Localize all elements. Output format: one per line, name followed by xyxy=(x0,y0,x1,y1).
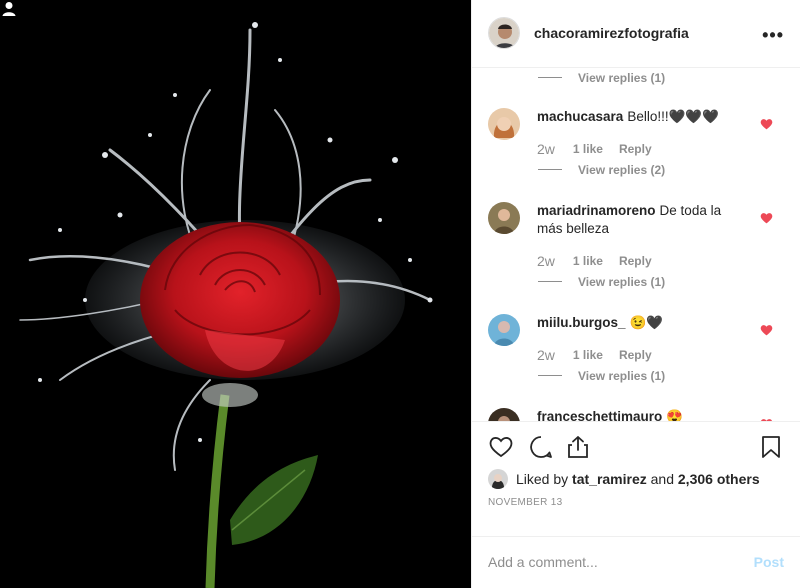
comment-likes[interactable]: 1 like xyxy=(573,254,603,268)
comment-text: 😉🖤 xyxy=(629,314,664,330)
more-horizontal-icon[interactable]: ••• xyxy=(762,25,784,46)
likes-prefix: Liked by xyxy=(516,471,569,488)
likes-others-count[interactable]: 2,306 others xyxy=(678,471,760,487)
reply-button[interactable]: Reply xyxy=(619,348,652,362)
comment-text: Bello!!!🖤🖤🖤 xyxy=(627,108,720,124)
comment-icon[interactable] xyxy=(528,434,554,460)
post-header: chacoramirezfotografia ••• xyxy=(472,0,800,68)
view-replies-link[interactable]: View replies (1) xyxy=(538,369,665,383)
post-sidebar: chacoramirezfotografia ••• View replies … xyxy=(471,0,800,588)
comment-input[interactable] xyxy=(488,554,754,571)
view-replies-link[interactable]: View replies (1) xyxy=(538,275,665,289)
user-tag-icon[interactable] xyxy=(0,0,18,18)
likes-summary: Liked by tat_ramirez and 2,306 others xyxy=(488,469,760,490)
comment-likes[interactable]: 1 like xyxy=(573,142,603,156)
commenter-avatar[interactable] xyxy=(488,407,520,422)
heart-icon[interactable] xyxy=(760,212,773,224)
comment-meta: 2w 1 like Reply xyxy=(537,141,668,157)
comment-time: 2w xyxy=(537,252,555,269)
liker-avatar[interactable] xyxy=(488,469,508,490)
comment-likes[interactable]: 1 like xyxy=(573,348,603,362)
reply-button[interactable]: Reply xyxy=(619,254,652,268)
comment-username[interactable]: franceschettimauro xyxy=(537,409,662,422)
post-date[interactable]: NOVEMBER 13 xyxy=(472,485,800,536)
post-image[interactable] xyxy=(0,0,471,588)
comment-meta: 2w 1 like Reply xyxy=(537,253,668,269)
comment-time: 2w xyxy=(537,140,555,157)
rose-splash-image xyxy=(0,0,471,588)
comment-time: 2w xyxy=(537,346,555,363)
heart-icon[interactable] xyxy=(488,434,514,460)
comment-meta: 2w 1 like Reply xyxy=(537,347,668,363)
comment-username[interactable]: miilu.burgos_ xyxy=(537,315,626,330)
comment-username[interactable]: mariadrinamoreno xyxy=(537,203,656,218)
likes-and: and xyxy=(650,471,674,488)
view-replies-link[interactable]: View replies (2) xyxy=(538,163,665,177)
liker-username[interactable]: tat_ramirez xyxy=(572,471,647,487)
add-comment-bar: Post xyxy=(472,535,800,588)
post-comment-button[interactable]: Post xyxy=(754,554,784,570)
post-actions: Liked by tat_ramirez and 2,306 others xyxy=(472,421,800,490)
heart-icon[interactable] xyxy=(760,118,773,130)
view-replies-link[interactable]: View replies (1) xyxy=(538,71,665,85)
author-avatar[interactable] xyxy=(488,17,520,50)
bookmark-icon[interactable] xyxy=(758,434,784,460)
comments-list[interactable]: View replies (1) machucasara Bello!!!🖤🖤🖤 … xyxy=(472,68,800,422)
commenter-avatar[interactable] xyxy=(488,313,520,346)
author-username[interactable]: chacoramirezfotografia xyxy=(534,25,689,41)
instagram-post-modal: chacoramirezfotografia ••• View replies … xyxy=(0,0,800,588)
comment-text: 😍 xyxy=(666,408,684,422)
share-icon[interactable] xyxy=(565,434,591,460)
commenter-avatar[interactable] xyxy=(488,201,520,234)
comment-username[interactable]: machucasara xyxy=(537,109,623,124)
heart-icon[interactable] xyxy=(760,324,773,336)
reply-button[interactable]: Reply xyxy=(619,142,652,156)
commenter-avatar[interactable] xyxy=(488,107,520,140)
